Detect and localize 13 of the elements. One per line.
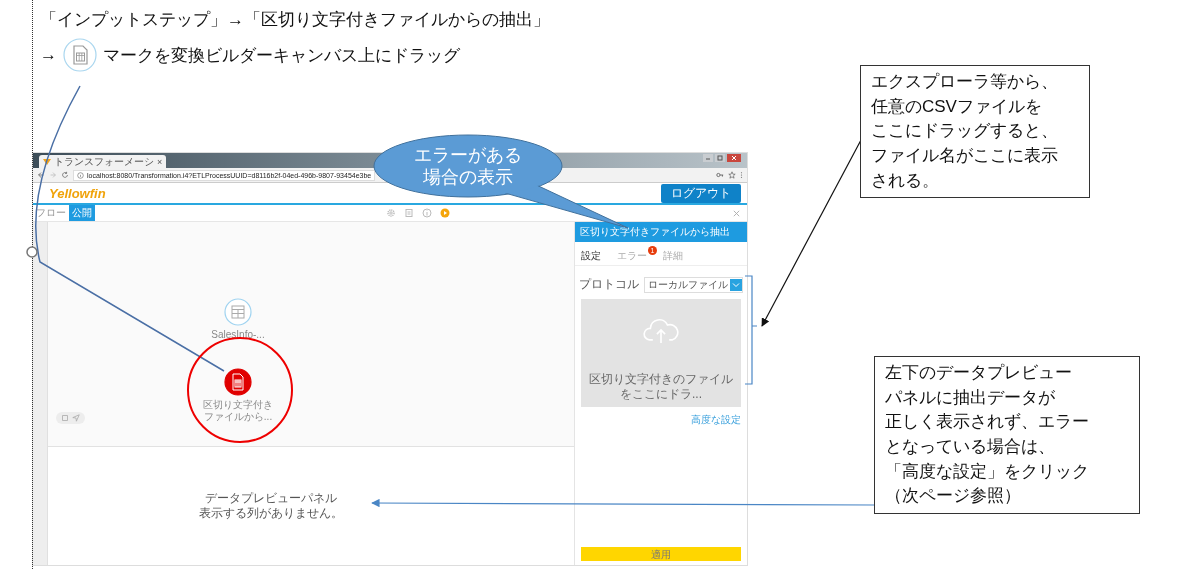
- logo: Yellowfin: [49, 185, 106, 201]
- note-box: エクスプローラ等から、 任意のCSVファイルを ここにドラッグすると、 ファイル名がここに表示 される。: [860, 65, 1090, 199]
- instruction-text: 「インプットステップ」→「区切り文字付きファイルからの抽出」: [40, 9, 551, 31]
- panel-header: 区切り文字付きファイルから抽出: [575, 222, 747, 242]
- node-label: 区切り文字付きファイルから...: [202, 399, 274, 422]
- note-box: 左下のデータプレビュー パネルに抽出データが 正しく表示されず、エラー となっている場合は、 「高度な設定」をクリック （次ページ参照）: [874, 356, 1140, 514]
- instruction-text: マークを変換ビルダーキャンバス上にドラッグ: [103, 44, 460, 67]
- node-label: SalesInfo-...: [210, 329, 266, 341]
- preview-title: データプレビューパネル: [205, 491, 337, 506]
- preview-message: 表示する列がありません。: [199, 506, 343, 521]
- protocol-label: プロトコル: [579, 276, 639, 293]
- callout-text: エラーがある場合の表示: [413, 144, 523, 188]
- arrow-text: →: [40, 45, 57, 65]
